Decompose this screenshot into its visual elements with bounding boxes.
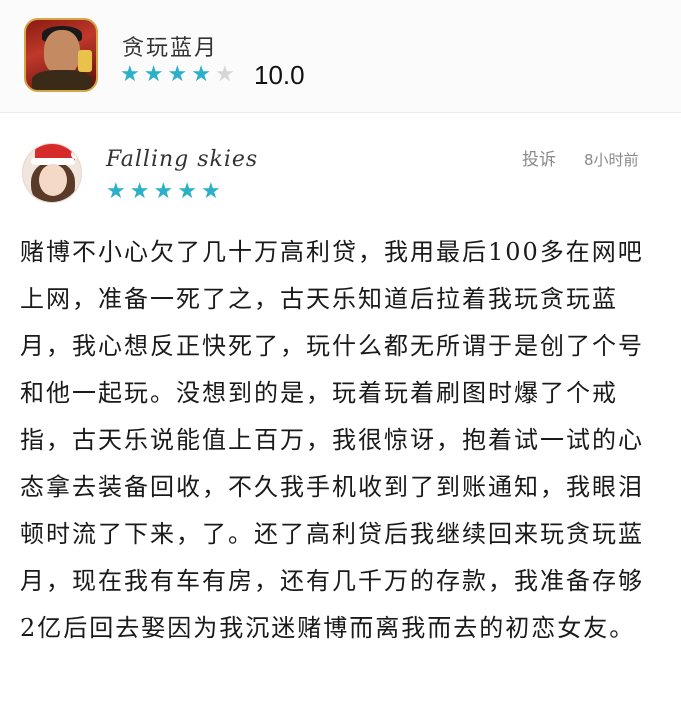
star-empty-icon: ★ (214, 62, 235, 87)
app-score: 10.0 (254, 60, 305, 90)
avatar-face-shape (39, 164, 67, 196)
santa-hat-pom (71, 150, 80, 159)
icon-armor-shape (32, 70, 92, 90)
reviewer-name[interactable]: Falling skies (106, 147, 258, 172)
star-filled-icon: ★ (153, 179, 174, 204)
star-filled-icon: ★ (143, 62, 164, 87)
user-avatar[interactable] (22, 143, 82, 203)
review-card: Falling skies ★ ★ ★ ★ ★ 投诉 8小时前 赌博不小心欠了几十万高利… (0, 113, 681, 710)
game-avatar-icon[interactable] (24, 18, 98, 92)
report-button[interactable]: 投诉 (522, 145, 556, 170)
app-rating-stars: ★ ★ ★ ★ ★ (120, 64, 235, 86)
review-timestamp: 8小时前 (584, 151, 639, 169)
app-title: 贪玩蓝月 (122, 36, 219, 61)
star-filled-icon: ★ (167, 62, 188, 87)
icon-face-shape (44, 30, 80, 74)
star-filled-icon: ★ (120, 62, 140, 87)
star-filled-icon: ★ (200, 179, 221, 204)
star-filled-icon: ★ (106, 179, 126, 204)
icon-badge-shape (78, 50, 92, 72)
app-header-card[interactable]: 贪玩蓝月 ★ ★ ★ ★ ★ 10.0 (0, 0, 681, 113)
star-filled-icon: ★ (129, 179, 150, 204)
star-filled-icon: ★ (177, 179, 197, 204)
star-filled-icon: ★ (191, 62, 211, 87)
review-body: 赌博不小心欠了几十万高利贷，我用最后100多在网吧上网，准备一死了之，古天乐知道… (20, 238, 644, 642)
review-rating-stars: ★ ★ ★ ★ ★ (106, 181, 221, 203)
